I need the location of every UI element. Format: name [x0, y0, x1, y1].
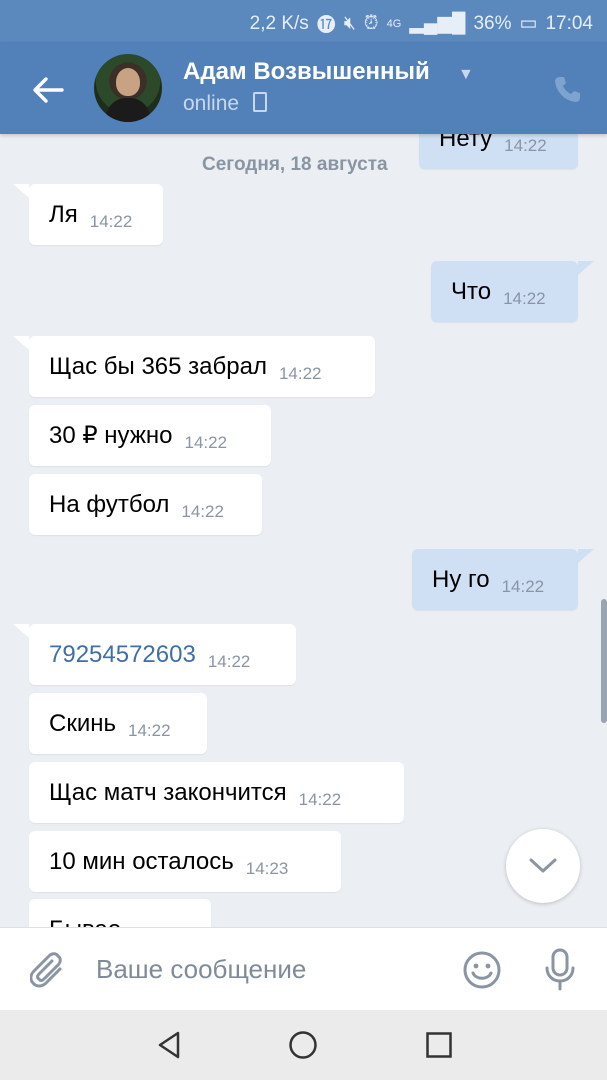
message-bubble[interactable]: 79254572603 14:22 — [29, 624, 296, 685]
message-time: 14:22 — [504, 135, 547, 155]
message-text: Щас матч закончится — [49, 778, 287, 806]
chat-header: Адам Возвышенный ▼ online — [0, 42, 607, 134]
message-bubble[interactable]: 10 мин осталось 14:23 — [29, 831, 341, 892]
scrollbar[interactable] — [601, 599, 607, 723]
message-bubble[interactable]: Ну го 14:22 — [412, 549, 578, 610]
message-time: 14:22 — [89, 211, 133, 231]
scroll-down-button[interactable] — [506, 829, 580, 903]
message-bubble[interactable]: Бывае... — [29, 899, 211, 927]
phone-icon[interactable] — [552, 74, 582, 104]
net-speed: 2,2 K/s — [249, 12, 309, 34]
triangle-back-icon[interactable] — [156, 1030, 182, 1060]
arrow-left-icon[interactable] — [30, 72, 66, 108]
message-text: На футбол — [49, 490, 170, 518]
message-bubble[interactable]: Щас бы 365 забрал 14:22 — [29, 336, 375, 397]
signal-icon: ▂▄▆█ — [409, 13, 466, 34]
presence-status: online — [183, 92, 267, 116]
paperclip-icon[interactable] — [30, 952, 66, 990]
message-text: Нету — [439, 134, 493, 152]
square-recent-icon[interactable] — [425, 1030, 453, 1060]
message-time: 14:22 — [298, 789, 342, 809]
message-text: 10 мин осталось — [49, 847, 234, 875]
date-separator: Сегодня, 18 августа — [202, 154, 388, 175]
message-composer: Ваше сообщение — [0, 927, 607, 1011]
mute-icon: 🔇︎ — [343, 12, 356, 34]
message-time: 14:22 — [181, 501, 224, 521]
message-bubble[interactable]: Что 14:22 — [431, 261, 578, 322]
message-text: Что — [451, 277, 492, 305]
message-text: 30 ₽ нужно — [49, 422, 173, 449]
battery-percent: 36% — [473, 12, 512, 34]
message-bubble[interactable]: Щас матч закончится 14:22 — [29, 762, 404, 823]
smile-icon[interactable] — [462, 950, 502, 990]
hd-icon: ⓱ — [316, 15, 336, 36]
message-bubble[interactable]: 30 ₽ нужно 14:22 — [29, 405, 271, 466]
microphone-icon[interactable] — [543, 948, 577, 992]
message-text: Бывае... — [49, 916, 141, 928]
system-navigation-bar — [0, 1010, 607, 1080]
alarm-icon: ⏰︎ — [363, 12, 379, 34]
message-list[interactable]: Нету 14:22 Сегодня, 18 августа Ля 14:22 … — [0, 134, 607, 927]
battery-icon: ▭ — [519, 13, 538, 34]
status-bar: 2,2 K/s ⓱ 🔇︎ ⏰︎ 4G ▂▄▆█ 36% ▭ 17:04 — [0, 0, 607, 42]
message-bubble[interactable]: Скинь 14:22 — [29, 693, 207, 754]
circle-home-icon[interactable] — [288, 1030, 318, 1060]
message-input[interactable]: Ваше сообщение — [96, 954, 306, 985]
network-type: 4G — [386, 17, 402, 30]
message-time: 14:23 — [245, 858, 289, 878]
chevron-down-icon — [529, 858, 557, 873]
message-bubble[interactable]: Ля 14:22 — [29, 184, 163, 245]
message-text: Щас бы 365 забрал — [49, 352, 267, 380]
message-time: 14:22 — [128, 720, 171, 740]
message-text: Ну го — [432, 565, 490, 593]
phone-number-link[interactable]: 79254572603 — [49, 641, 196, 669]
message-text: Ля — [49, 200, 78, 228]
clock: 17:04 — [545, 12, 593, 34]
message-bubble[interactable]: Нету 14:22 — [419, 134, 578, 169]
avatar[interactable] — [94, 54, 162, 122]
message-text: Скинь — [49, 709, 116, 737]
message-bubble[interactable]: На футбол 14:22 — [29, 474, 262, 535]
mobile-icon — [252, 92, 267, 112]
message-time: 14:22 — [184, 432, 228, 452]
message-time: 14:22 — [278, 363, 322, 383]
message-time: 14:22 — [503, 288, 546, 308]
message-time: 14:22 — [207, 651, 251, 671]
chevron-down-icon[interactable]: ▼ — [458, 66, 474, 84]
contact-name[interactable]: Адам Возвышенный — [183, 58, 430, 86]
message-time: 14:22 — [501, 576, 545, 596]
